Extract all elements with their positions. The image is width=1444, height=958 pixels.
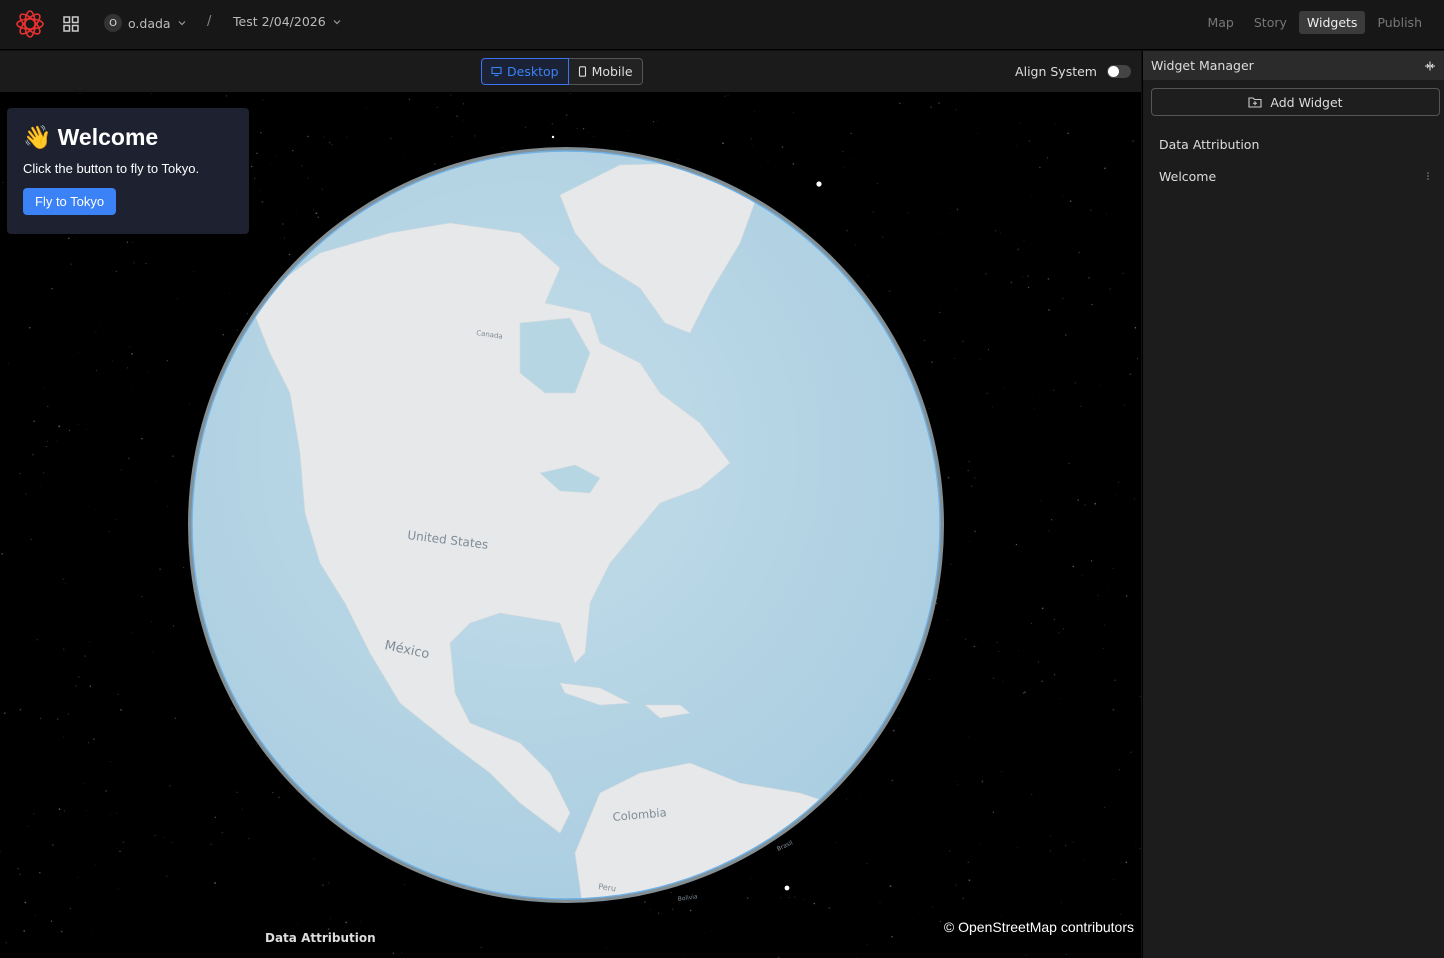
collapse-panel-icon[interactable] <box>1424 61 1436 71</box>
add-widget-button[interactable]: Add Widget <box>1151 88 1440 116</box>
desktop-icon <box>491 66 502 77</box>
tab-widgets[interactable]: Widgets <box>1298 11 1366 34</box>
align-system-toggle[interactable] <box>1107 65 1131 78</box>
breadcrumb-separator: / <box>207 14 212 29</box>
apps-grid-icon[interactable] <box>62 15 80 33</box>
top-bar: O o.dada / Test 2/04/2026 Map Story Widg… <box>0 0 1444 50</box>
welcome-title: 👋 Welcome <box>23 124 233 151</box>
welcome-text: Click the button to fly to Tokyo. <box>23 161 200 176</box>
globe-scene[interactable]: Canada United States México Colombia Per… <box>0 93 1141 958</box>
widget-item-label: Welcome <box>1159 168 1217 184</box>
chevron-down-icon <box>333 19 341 24</box>
widget-item-data-attribution[interactable]: Data Attribution <box>1143 128 1444 160</box>
mobile-icon <box>578 66 586 77</box>
label-bolivia: Bolivia <box>677 893 698 903</box>
widget-list: Data Attribution Welcome <box>1143 128 1444 192</box>
align-system-control: Align System <box>1015 64 1131 79</box>
workspace-avatar: O <box>104 14 122 32</box>
mobile-label: Mobile <box>591 64 633 79</box>
fly-to-tokyo-button[interactable]: Fly to Tokyo <box>23 188 117 215</box>
widget-manager-panel: Widget Manager Add Widget Data Attributi… <box>1142 51 1444 958</box>
mobile-button[interactable]: Mobile <box>568 58 643 85</box>
widget-manager-title: Widget Manager <box>1151 58 1254 73</box>
data-attribution-widget[interactable]: Data Attribution <box>265 931 376 945</box>
widget-item-welcome[interactable]: Welcome <box>1143 160 1444 192</box>
label-brasil: Brasil <box>776 839 794 853</box>
welcome-widget: 👋 Welcome Click the button to fly to Tok… <box>7 108 249 234</box>
project-name: Test 2/04/2026 <box>233 14 326 29</box>
add-widget-label: Add Widget <box>1270 94 1343 110</box>
desktop-button[interactable]: Desktop <box>481 58 569 85</box>
desktop-label: Desktop <box>507 64 559 79</box>
map-viewport: Desktop Mobile Align System Canada Unite… <box>0 51 1141 958</box>
tab-map[interactable]: Map <box>1199 11 1241 34</box>
welcome-title-text: Welcome <box>57 124 159 150</box>
app-logo-icon[interactable] <box>14 8 46 40</box>
osm-credit: © OpenStreetMap contributors <box>943 919 1134 935</box>
mode-tabs: Map Story Widgets Publish <box>1199 11 1430 34</box>
project-selector[interactable]: Test 2/04/2026 <box>233 14 342 29</box>
more-options-icon[interactable] <box>1426 171 1430 181</box>
tab-story[interactable]: Story <box>1246 11 1295 34</box>
align-system-label: Align System <box>1015 64 1097 79</box>
chevron-down-icon <box>178 21 186 26</box>
viewport-toolbar: Desktop Mobile Align System <box>0 51 1141 93</box>
south-america-landmass <box>574 762 921 899</box>
tab-publish[interactable]: Publish <box>1369 11 1430 34</box>
workspace-selector[interactable]: O o.dada <box>104 14 187 32</box>
add-folder-icon <box>1248 97 1262 108</box>
widget-manager-header: Widget Manager <box>1143 51 1444 80</box>
wave-emoji: 👋 <box>23 124 52 150</box>
workspace-name: o.dada <box>128 15 171 31</box>
widget-item-label: Data Attribution <box>1159 136 1260 152</box>
device-toggle: Desktop Mobile <box>481 58 643 85</box>
